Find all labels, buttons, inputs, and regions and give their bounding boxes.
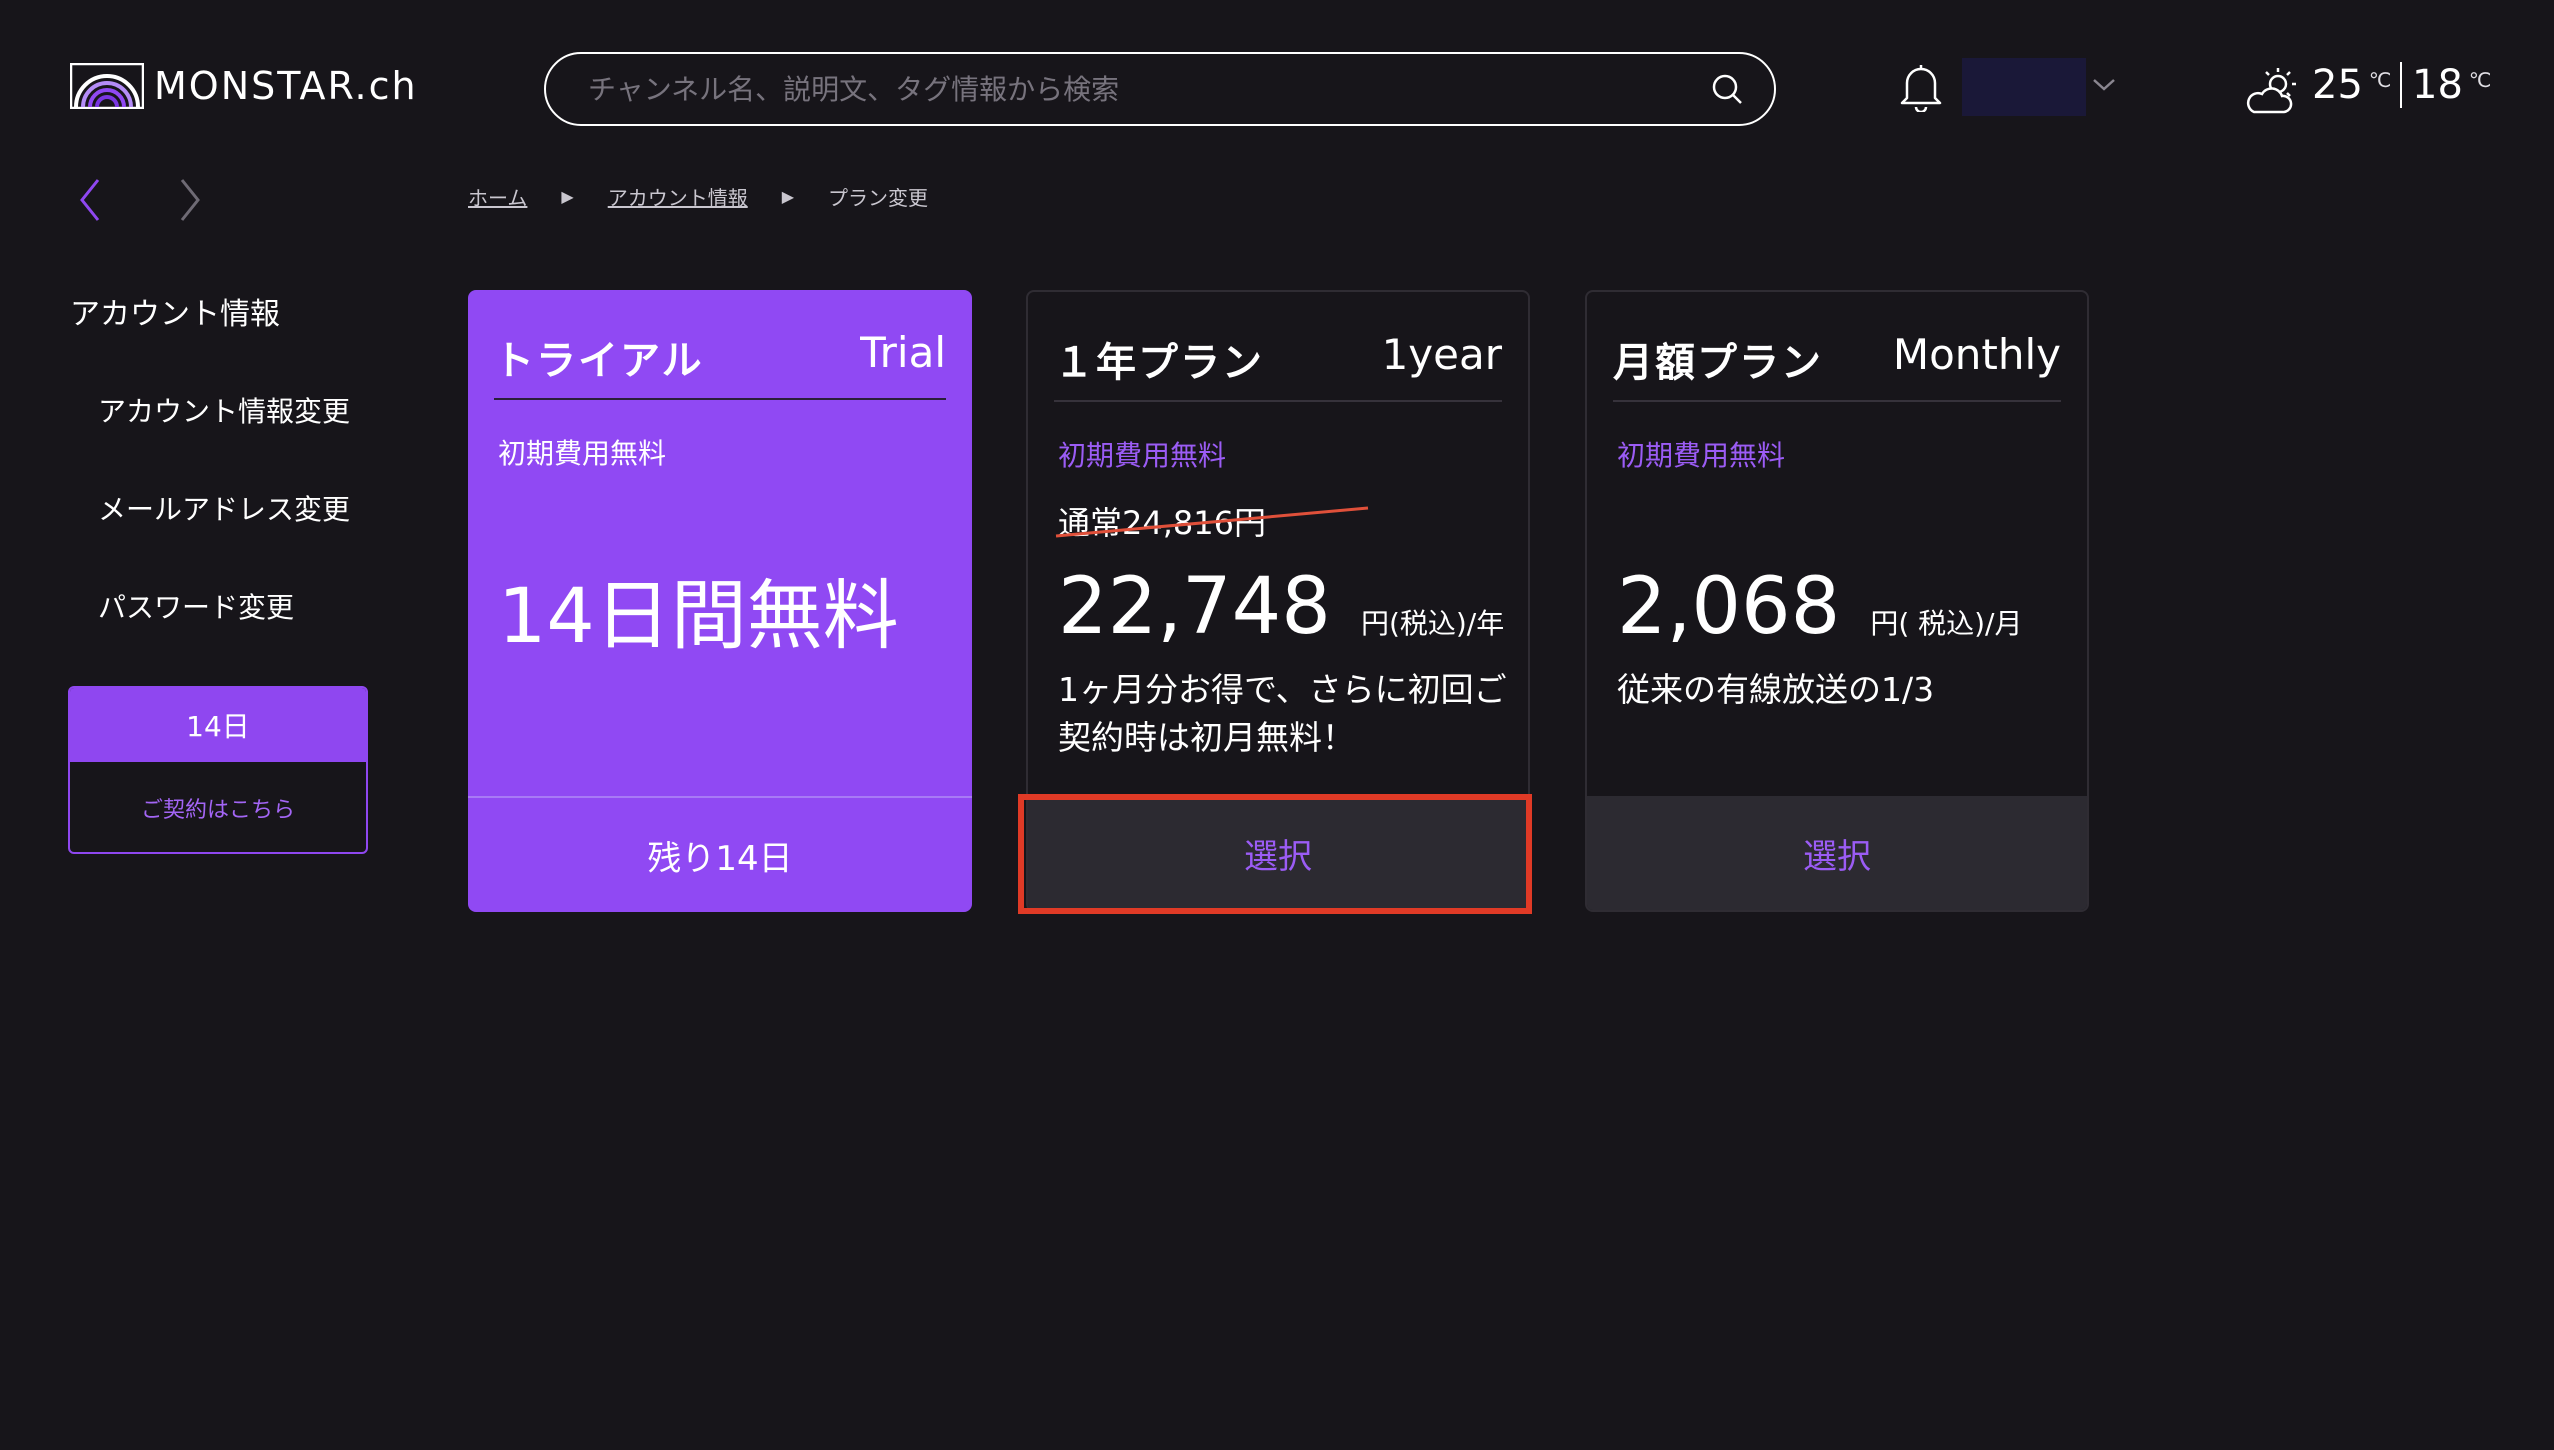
contract-link[interactable]: ご契約はこちら — [70, 762, 366, 852]
partly-cloudy-weather-icon — [2246, 68, 2296, 114]
initial-fee-label: 初期費用無料 — [498, 437, 667, 470]
search-input[interactable] — [586, 71, 1710, 107]
plan-card-trial: トライアル Trial 初期費用無料 14日間無料 残り14日 — [468, 290, 972, 912]
sidebar-item-password-change[interactable]: パスワード変更 — [98, 586, 294, 626]
breadcrumb: ホーム ▶ アカウント情報 ▶ プラン変更 — [468, 182, 928, 211]
price-amount: 22,748 — [1058, 562, 1331, 652]
select-year-plan-button[interactable]: 選択 — [1028, 796, 1528, 910]
plan-header: 月額プラン Monthly — [1613, 330, 2061, 402]
trial-days-remaining: 14日 — [70, 688, 366, 762]
temperature-low: 18 ℃ — [2412, 62, 2492, 108]
plan-name: トライアル — [494, 338, 704, 384]
plan-name: 月額プラン — [1613, 340, 1823, 386]
sidebar-title: アカウント情報 — [70, 297, 280, 332]
search-bar[interactable] — [544, 52, 1776, 126]
price-amount: 2,068 — [1617, 562, 1841, 652]
breadcrumb-separator: ▶ — [781, 187, 795, 206]
plan-price: 22,748 円(税込)/年 — [1058, 562, 1504, 652]
plan-name: １年プラン — [1054, 340, 1264, 386]
plan-description: 1ヶ月分お得で、さらに初回ご契約時は初月無料！ — [1058, 670, 1507, 757]
plan-header: １年プラン 1year — [1054, 330, 1502, 402]
forward-arrow-icon[interactable] — [172, 176, 208, 224]
plan-name-en: 1year — [1381, 330, 1502, 379]
breadcrumb-current: プラン変更 — [828, 186, 929, 210]
chevron-down-icon[interactable] — [2090, 74, 2118, 94]
plan-price: 2,068 円( 税込)/月 — [1617, 562, 2023, 652]
temperature-divider — [2400, 62, 2402, 108]
logo-icon — [70, 63, 144, 109]
search-icon[interactable] — [1710, 72, 1744, 106]
breadcrumb-home[interactable]: ホーム — [468, 182, 527, 211]
plan-description: 従来の有線放送の1/3 — [1617, 670, 1935, 709]
strikethrough-line — [1055, 506, 1369, 538]
plan-name-en: Monthly — [1892, 330, 2061, 379]
back-arrow-icon[interactable] — [72, 176, 108, 224]
plan-card-monthly: 月額プラン Monthly 初期費用無料 2,068 円( 税込)/月 従来の有… — [1585, 290, 2089, 912]
logo[interactable]: MONSTAR.ch — [70, 63, 418, 109]
trial-remaining-label: 残り14日 — [468, 796, 972, 912]
initial-fee-label: 初期費用無料 — [1617, 439, 1786, 472]
user-account-area[interactable] — [1962, 58, 2086, 116]
plan-card-year: １年プラン 1year 初期費用無料 通常24,816円 22,748 円(税込… — [1026, 290, 1530, 912]
plan-name-en: Trial — [860, 328, 946, 377]
sidebar-item-email-change[interactable]: メールアドレス変更 — [98, 488, 350, 528]
temperature-high: 25 ℃ — [2312, 62, 2392, 108]
plan-header: トライアル Trial — [494, 328, 946, 400]
trial-status-box: 14日 ご契約はこちら — [68, 686, 368, 854]
breadcrumb-separator: ▶ — [561, 187, 574, 206]
trial-headline: 14日間無料 — [498, 571, 899, 660]
breadcrumb-account-info[interactable]: アカウント情報 — [608, 182, 748, 211]
notification-bell-icon[interactable] — [1898, 62, 1944, 112]
sidebar-item-account-change[interactable]: アカウント情報変更 — [98, 390, 350, 430]
initial-fee-label: 初期費用無料 — [1058, 439, 1227, 472]
logo-text: MONSTAR.ch — [154, 64, 418, 108]
price-unit: 円(税込)/年 — [1360, 607, 1505, 640]
price-unit: 円( 税込)/月 — [1870, 607, 2023, 640]
select-monthly-plan-button[interactable]: 選択 — [1587, 796, 2087, 910]
